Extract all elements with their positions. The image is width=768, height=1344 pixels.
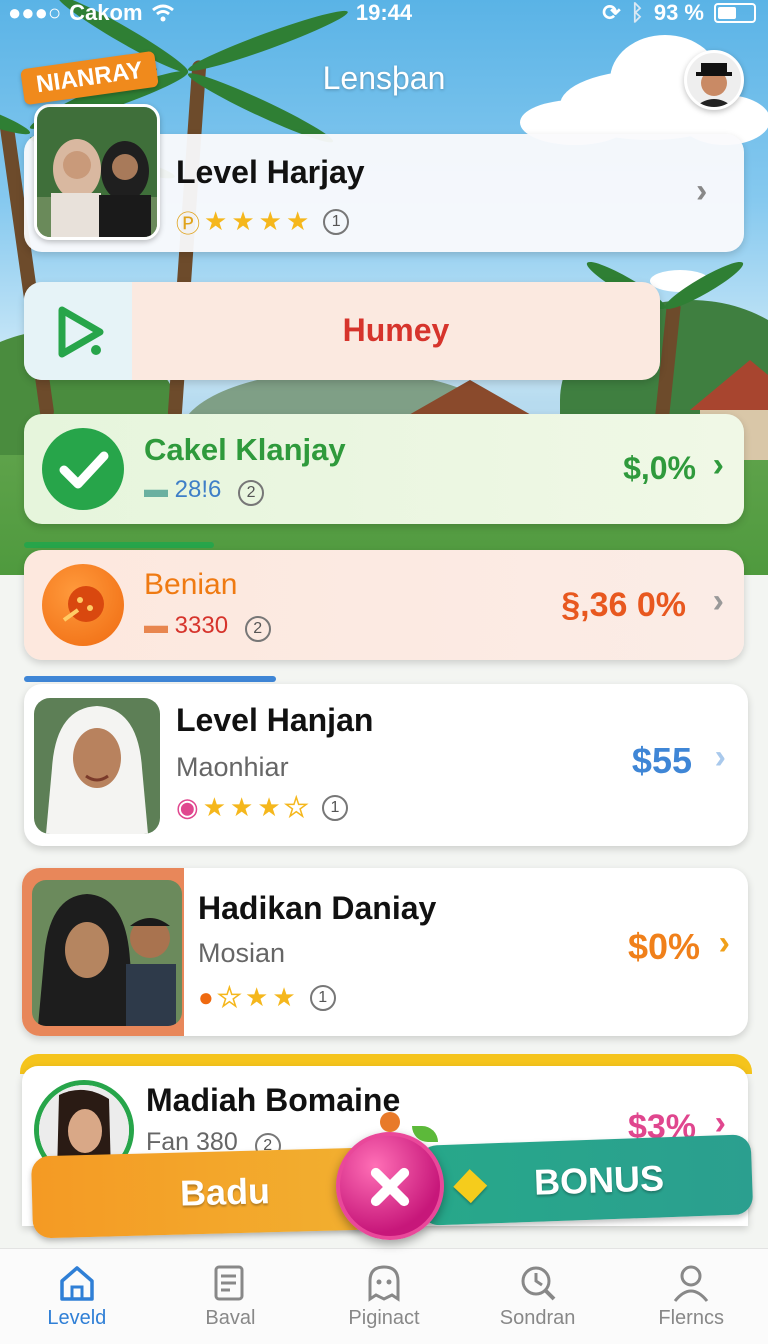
badu-button[interactable]: Badu [30, 1147, 374, 1239]
profile-icon [674, 1265, 709, 1302]
row-title: Benian [144, 568, 238, 601]
banner-card[interactable]: Humey [24, 282, 660, 380]
rating: ● ★ ★ ★ 1 [198, 981, 336, 1013]
bonus-button[interactable]: ◆ BONUS [418, 1134, 754, 1226]
chevron-right-icon: › [718, 924, 730, 962]
chevron-right-icon: › [712, 446, 724, 484]
chevron-right-icon: › [714, 738, 726, 776]
tab-flerncs[interactable]: Flerncs [614, 1249, 768, 1344]
category-icon: ● [198, 982, 214, 1012]
folder-icon: ▬ [144, 476, 168, 503]
row-value: §,36 0% [561, 586, 686, 624]
fruit-icon [42, 564, 124, 646]
row-value: $,0% [623, 450, 696, 486]
profile-avatar[interactable] [684, 50, 744, 110]
gem-icon: ◆ [453, 1158, 488, 1207]
folder-icon: ▬ [144, 612, 168, 639]
row-photo [32, 880, 182, 1026]
tab-leveld[interactable]: Leveld [0, 1249, 154, 1344]
chevron-right-icon: › [696, 172, 708, 210]
battery-percent: 93 % [653, 0, 704, 25]
row-title: Hadikan Daniay [198, 890, 437, 926]
tab-bar: Leveld Baval Piginact Sondran Flerncs [0, 1248, 768, 1344]
progress-indicator [24, 542, 214, 548]
close-button[interactable] [336, 1132, 444, 1240]
home-icon [60, 1266, 94, 1301]
check-icon [42, 428, 124, 510]
document-icon [214, 1265, 244, 1301]
search-icon [521, 1266, 555, 1301]
row-meta: ▬ 3330 2 [144, 612, 271, 642]
list-item[interactable]: Benian ▬ 3330 2 §,36 0% › [24, 550, 744, 660]
row-title: Madiah Bomaine [146, 1082, 401, 1118]
card-title: Level Harjay [176, 154, 365, 190]
tab-sondran[interactable]: Sondran [461, 1249, 615, 1344]
rating: Ⓟ ★ ★ ★ ★ 1 [176, 204, 350, 239]
status-bar: ●●●○ Cakom 19:44 ⟳ ᛒ 93 % [0, 0, 768, 26]
row-photo [34, 698, 160, 834]
berry-icon [380, 1112, 400, 1132]
progress-indicator [24, 676, 276, 682]
list-item[interactable]: Cakel Klanjay ▬ 28!6 2 $,0% › [24, 414, 744, 524]
battery-icon [714, 3, 756, 23]
row-title: Level Hanjan [176, 702, 374, 738]
row-subtitle: Maonhiar [176, 752, 289, 782]
category-icon: Ⓟ [176, 211, 200, 238]
rating: ◉ ★ ★ ★ ★ 1 [176, 791, 348, 823]
tab-piginact[interactable]: Piginact [307, 1249, 461, 1344]
category-icon: ◉ [176, 792, 199, 822]
bluetooth-icon: ᛒ [630, 0, 644, 25]
banner-label: Humey [342, 312, 450, 348]
row-value: $0% [627, 926, 700, 967]
row-value: $55 [631, 740, 692, 781]
play-icon [58, 306, 104, 358]
featured-photo [34, 104, 160, 240]
row-meta: ▬ 28!6 2 [144, 476, 265, 506]
ghost-icon [368, 1265, 400, 1302]
row-title: Cakel Klanjay [144, 432, 346, 467]
orientation-lock-icon: ⟳ [602, 0, 621, 25]
row-subtitle: Mosian [198, 938, 286, 968]
chevron-right-icon: › [712, 582, 724, 620]
tab-baval[interactable]: Baval [154, 1249, 308, 1344]
